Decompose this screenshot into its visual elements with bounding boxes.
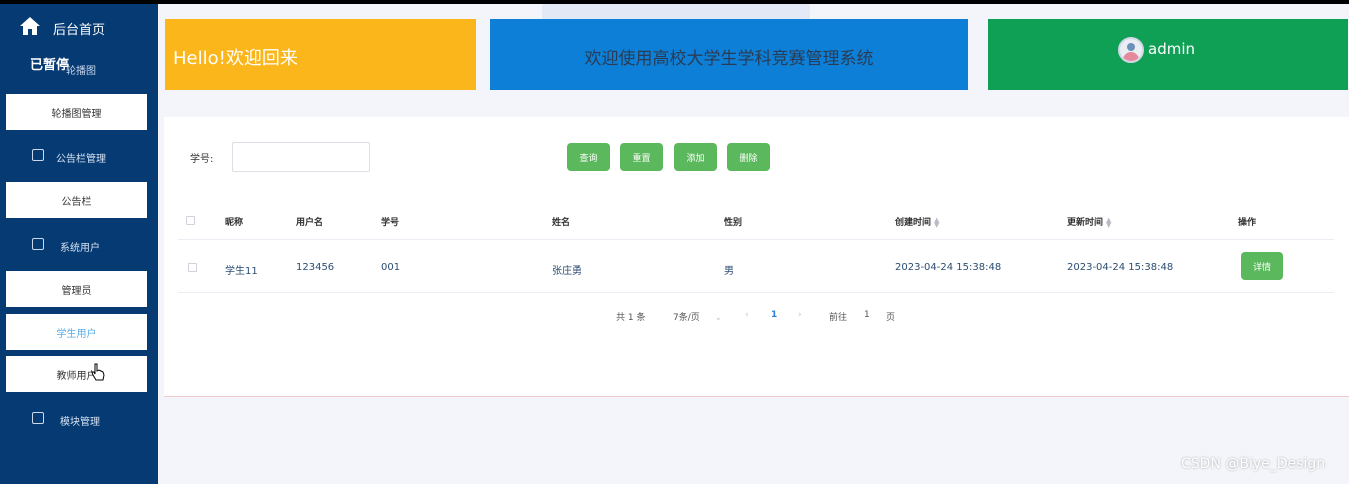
sidebar-group-carousel[interactable]: 轮播图: [66, 62, 96, 77]
goto-prefix: 前往: [829, 313, 848, 323]
sidebar-item-label: 学生用户: [56, 328, 97, 340]
goto-suffix: 页: [886, 313, 896, 323]
column-header-nickname: 昵称: [225, 218, 244, 228]
chart-icon: [32, 412, 44, 424]
student-id-input[interactable]: [232, 142, 370, 172]
sidebar-group-label: 模块管理: [60, 417, 100, 428]
column-header-label: 更新时间: [1067, 218, 1104, 228]
sidebar-group-notice[interactable]: 公告栏管理: [0, 136, 158, 176]
column-header-username: 用户名: [296, 218, 324, 228]
next-page-icon[interactable]: ›: [798, 310, 802, 320]
sidebar: 后台首页 轮播图 已暂停 轮播图管理 公告栏管理 公告栏 系统用户 管理员 学生…: [0, 4, 158, 484]
system-title-banner: 欢迎使用高校大学生学科竞赛管理系统: [490, 19, 968, 90]
sidebar-item-notice[interactable]: 公告栏: [6, 182, 147, 218]
cell-gender: 男: [724, 266, 734, 277]
column-header-label: 创建时间: [895, 218, 932, 228]
system-title: 欢迎使用高校大学生学科竞赛管理系统: [584, 49, 874, 69]
sidebar-item-label: 公告栏: [61, 196, 92, 208]
home-icon: [20, 17, 40, 35]
row-checkbox[interactable]: [188, 263, 197, 272]
student-list-panel: 学号: 查询 重置 添加 删除 昵称 用户名 学号 姓名 性别 创建时间 ▲ ▼ 更…: [164, 117, 1349, 397]
cell-created: 2023-04-24 15:38:48: [895, 262, 1002, 273]
hand-cursor-icon: [91, 363, 105, 381]
column-header-updated[interactable]: 更新时间 ▲ ▼: [1067, 215, 1114, 228]
avatar-face-icon: [1127, 43, 1135, 51]
page-size-select[interactable]: 7条/页 ⌄: [673, 310, 722, 323]
edit-icon: [32, 149, 44, 161]
prev-page-icon[interactable]: ‹: [745, 310, 749, 320]
cell-student-id: 001: [381, 262, 401, 273]
cell-name: 张庄勇: [552, 266, 582, 277]
pagination-total: 共 1 条: [616, 313, 646, 323]
sidebar-item-carousel-manage[interactable]: 轮播图管理: [6, 94, 147, 130]
sidebar-item-teachers[interactable]: 教师用户: [6, 356, 147, 392]
avatar-body-icon: [1123, 52, 1139, 61]
column-header-created[interactable]: 创建时间 ▲ ▼: [895, 215, 942, 228]
column-header-gender: 性别: [724, 218, 743, 228]
sidebar-item-label: 管理员: [61, 285, 92, 297]
student-id-label: 学号:: [190, 154, 214, 165]
cell-username: 123456: [296, 262, 335, 273]
goto-page-input[interactable]: 1: [864, 310, 870, 320]
username-label[interactable]: admin: [1148, 40, 1195, 58]
sidebar-group-label: 公告栏管理: [56, 154, 106, 165]
page-size-value: 7条/页: [673, 313, 700, 323]
sort-icon[interactable]: ▲ ▼: [1106, 216, 1114, 228]
column-header-action: 操作: [1238, 218, 1257, 228]
current-page[interactable]: 1: [771, 310, 777, 320]
cell-updated: 2023-04-24 15:38:48: [1067, 262, 1174, 273]
sidebar-group-label: 系统用户: [60, 243, 100, 254]
header-divider: [178, 239, 1334, 240]
query-button[interactable]: 查询: [567, 143, 610, 171]
paused-overlay-label: 已暂停: [30, 58, 70, 73]
chevron-down-icon: ⌄: [714, 313, 723, 323]
sidebar-item-label: 轮播图管理: [51, 108, 102, 120]
sidebar-group-system-users[interactable]: 系统用户: [0, 225, 158, 265]
home-label: 后台首页: [53, 23, 106, 38]
sidebar-group-modules[interactable]: 模块管理: [0, 399, 158, 439]
sidebar-item-students[interactable]: 学生用户: [6, 314, 147, 350]
sidebar-item-admins[interactable]: 管理员: [6, 271, 147, 307]
cell-nickname: 学生11: [225, 266, 258, 277]
hello-text: Hello!欢迎回来: [173, 48, 298, 69]
detail-button[interactable]: 详情: [1241, 252, 1283, 280]
user-banner: admin: [988, 19, 1348, 90]
select-all-checkbox[interactable]: [186, 216, 195, 225]
watermark: CSDN @Biye_Design: [1181, 456, 1326, 472]
delete-button[interactable]: 删除: [727, 143, 770, 171]
avatar[interactable]: [1118, 37, 1144, 63]
sort-icon[interactable]: ▲ ▼: [934, 216, 942, 228]
user-card-icon: [32, 238, 44, 250]
welcome-back-banner: Hello!欢迎回来: [165, 19, 476, 90]
reset-button[interactable]: 重置: [620, 143, 663, 171]
add-button[interactable]: 添加: [674, 143, 717, 171]
row-divider: [178, 292, 1334, 293]
column-header-name: 姓名: [552, 218, 571, 228]
column-header-student-id: 学号: [381, 218, 400, 228]
sidebar-home[interactable]: 后台首页 轮播图 已暂停: [0, 4, 158, 86]
